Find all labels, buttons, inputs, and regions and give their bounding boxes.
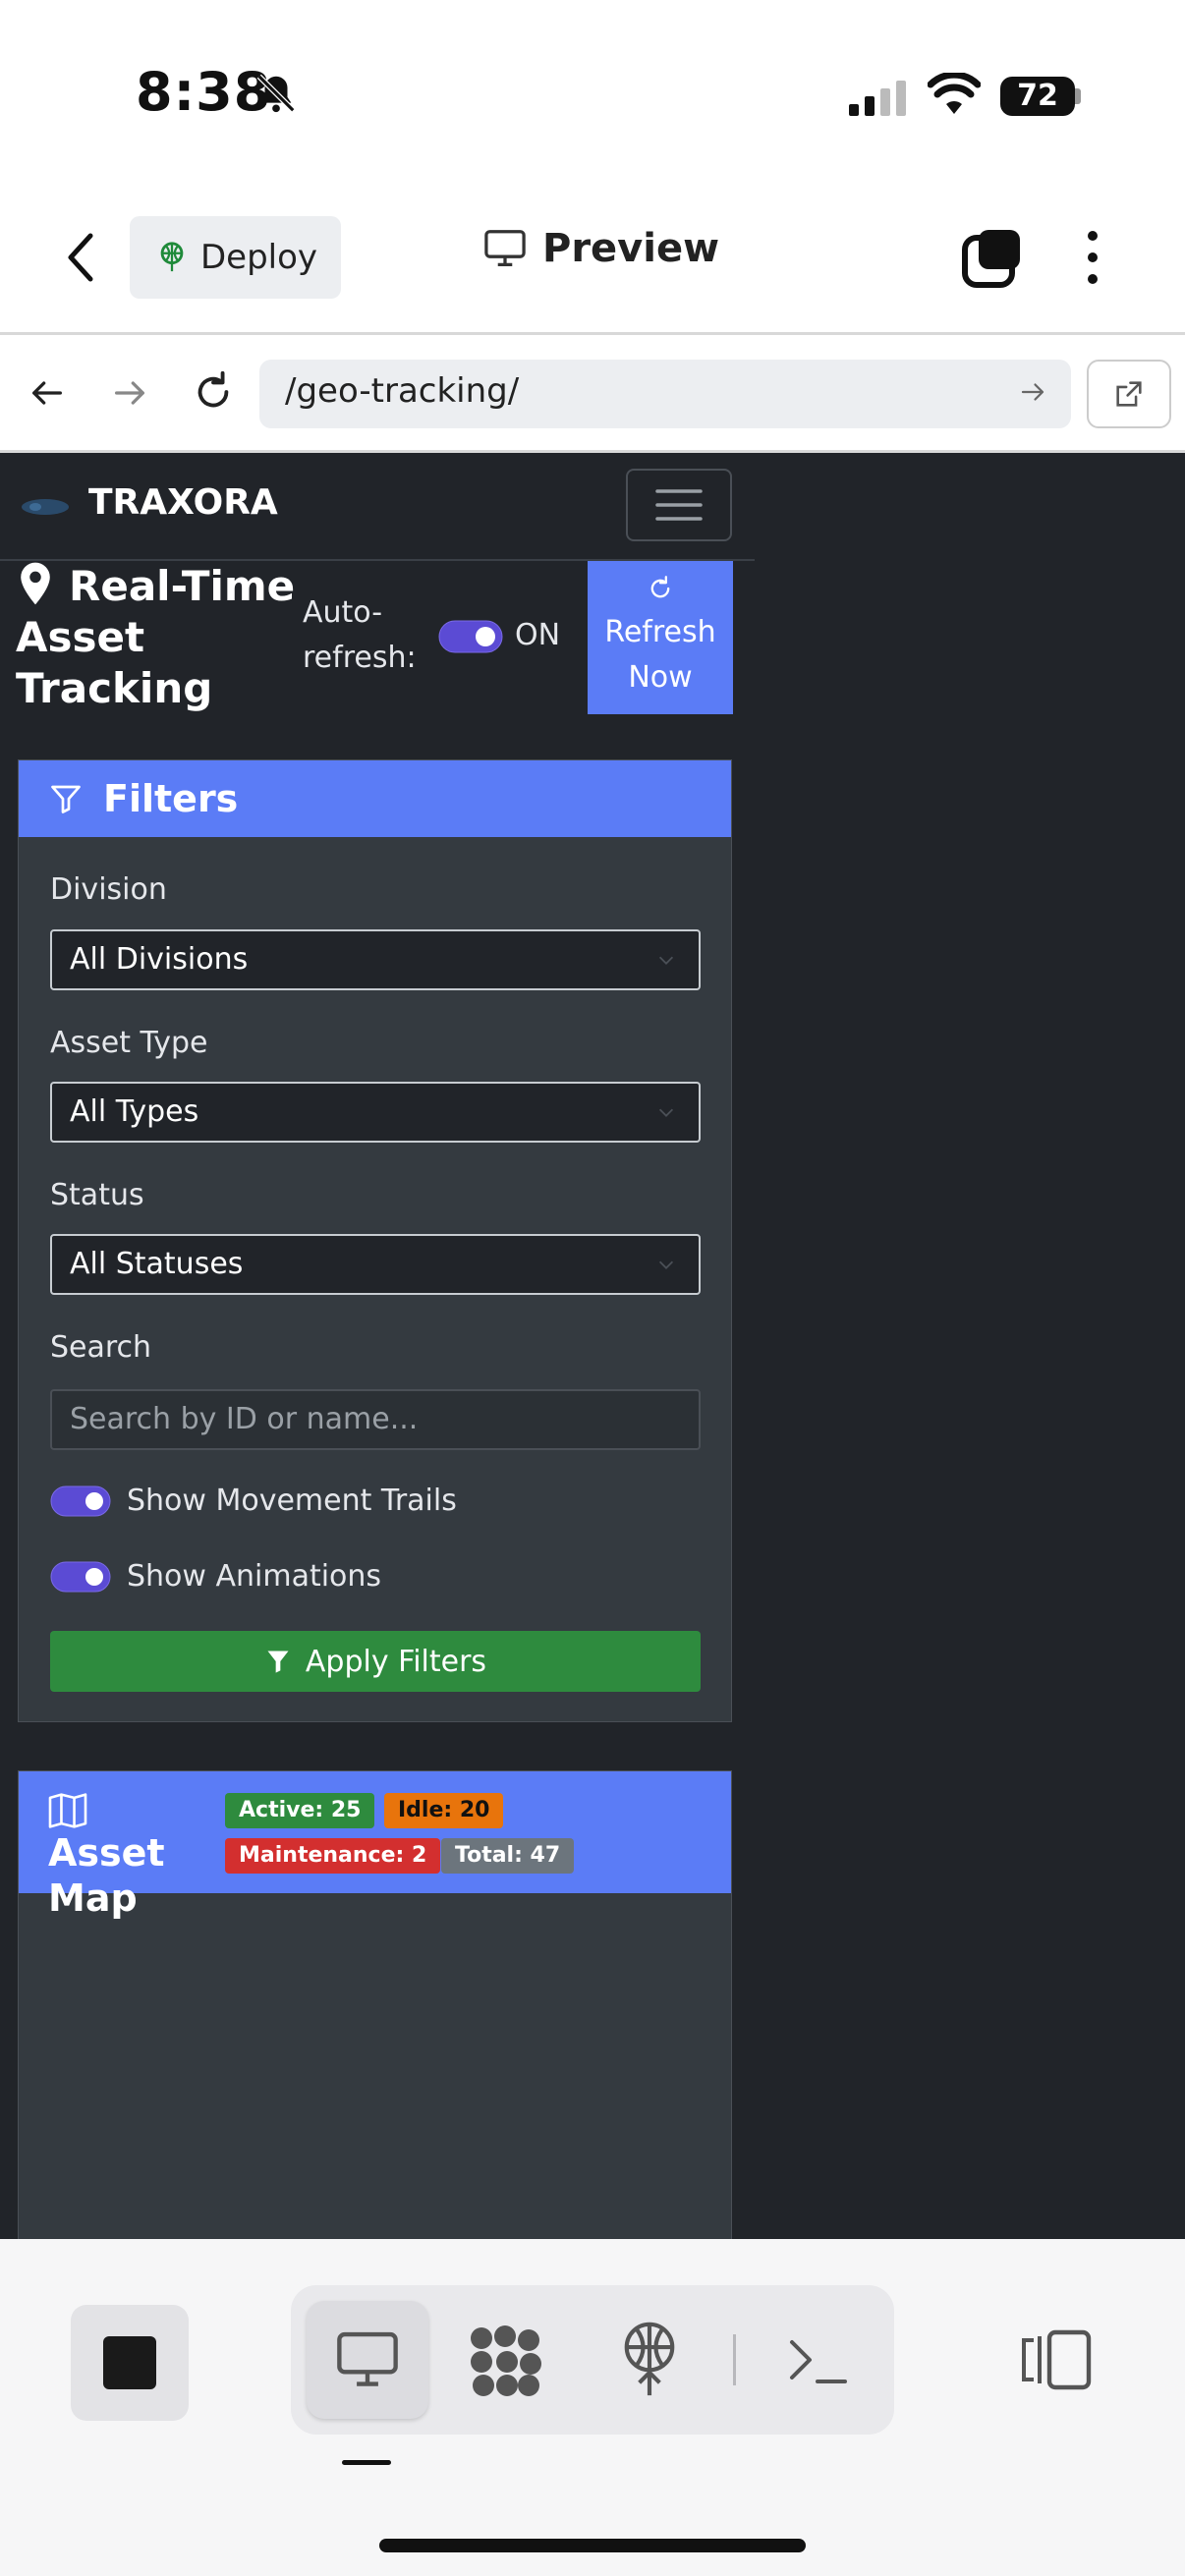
show-trails-label: Show Movement Trails	[127, 1484, 457, 1518]
refresh-now-button[interactable]: Refresh Now	[588, 561, 733, 714]
status-time: 8:38	[136, 61, 272, 123]
battery-icon: 72	[1000, 77, 1075, 116]
asset-type-value: All Types	[70, 1094, 199, 1129]
asset-type-select[interactable]: All Types	[50, 1082, 701, 1143]
auto-refresh-label: Auto-refresh:	[303, 595, 417, 675]
reload-icon[interactable]	[191, 369, 236, 419]
open-external-button[interactable]	[1087, 360, 1171, 428]
division-value: All Divisions	[70, 942, 249, 977]
maintenance-count-badge: Maintenance: 2	[225, 1838, 441, 1874]
filter-icon	[51, 785, 81, 813]
search-input[interactable]: Search by ID or name...	[50, 1389, 701, 1450]
asset-map-header: Asset Map Active: 25 Idle: 20 Maintenanc…	[19, 1771, 731, 1920]
browser-forward-icon[interactable]	[110, 373, 149, 417]
hamburger-icon	[655, 489, 703, 521]
tabs-icon[interactable]	[961, 228, 1022, 293]
show-trails-row[interactable]: Show Movement Trails	[50, 1484, 457, 1518]
filter-icon	[267, 1651, 289, 1673]
deploy-icon	[160, 242, 184, 272]
tool-separator	[733, 2334, 736, 2385]
stop-button[interactable]	[71, 2305, 189, 2421]
wifi-icon	[927, 71, 982, 120]
external-link-icon	[1116, 381, 1142, 407]
preview-label: Preview	[542, 226, 720, 271]
brand-logo-icon[interactable]	[20, 496, 71, 518]
workflow-icon[interactable]	[468, 2324, 542, 2401]
show-animations-label: Show Animations	[127, 1559, 382, 1594]
stop-icon	[103, 2336, 156, 2389]
show-animations-row[interactable]: Show Animations	[50, 1559, 381, 1594]
filters-heading: Filters	[103, 777, 239, 820]
go-arrow-icon[interactable]	[1018, 377, 1047, 411]
monitor-icon	[337, 2331, 398, 2386]
filters-card: Filters Division All Divisions Asset Typ…	[18, 759, 732, 1722]
map-pin-icon	[21, 562, 50, 605]
shell-icon[interactable]	[786, 2330, 849, 2393]
page-title-text: Real-Time Asset Tracking	[16, 562, 296, 712]
apply-filters-label: Apply Filters	[305, 1644, 487, 1679]
deploy-tool-icon[interactable]	[619, 2321, 680, 2403]
search-label: Search	[50, 1330, 152, 1365]
division-select[interactable]: All Divisions	[50, 929, 701, 990]
brand-name[interactable]: TRAXORA	[88, 482, 278, 523]
monitor-icon	[484, 230, 526, 266]
bell-slash-icon	[254, 71, 299, 120]
show-trails-toggle[interactable]	[50, 1485, 111, 1517]
status-value: All Statuses	[70, 1247, 244, 1281]
cellular-signal-icon	[847, 79, 906, 122]
division-label: Division	[50, 872, 167, 907]
status-label: Status	[50, 1178, 144, 1212]
deploy-label: Deploy	[200, 238, 318, 277]
auto-refresh-toggle[interactable]	[438, 620, 503, 657]
filters-header: Filters	[19, 760, 731, 837]
web-preview: TRAXORA Real-Time Asset Tracking Auto-re…	[0, 453, 1185, 2239]
browser-back-icon[interactable]	[28, 373, 67, 417]
home-indicator[interactable]	[379, 2539, 806, 2552]
asset-map-heading: Asset Map	[48, 1785, 215, 1921]
asset-map-card: Asset Map Active: 25 Idle: 20 Maintenanc…	[18, 1770, 732, 2239]
refresh-now-label: Refresh Now	[604, 615, 716, 695]
more-options-icon[interactable]	[1083, 228, 1102, 291]
status-select[interactable]: All Statuses	[50, 1234, 701, 1295]
refresh-icon	[650, 576, 670, 598]
apply-filters-button[interactable]: Apply Filters	[50, 1631, 701, 1692]
url-text[interactable]: /geo-tracking/	[285, 371, 519, 411]
chevron-down-icon	[658, 1260, 674, 1269]
chevron-down-icon	[658, 956, 674, 965]
preview-title: Preview	[483, 226, 719, 271]
header-divider	[0, 332, 1185, 335]
asset-type-label: Asset Type	[50, 1026, 208, 1060]
asset-map-heading-text: Asset Map	[48, 1831, 165, 1920]
auto-refresh-state: ON	[515, 618, 561, 652]
total-count-badge: Total: 47	[441, 1838, 575, 1874]
chevron-down-icon	[658, 1108, 674, 1117]
deploy-button[interactable]: Deploy	[130, 216, 341, 299]
show-animations-toggle[interactable]	[50, 1561, 111, 1593]
split-panel-icon[interactable]	[1018, 2328, 1093, 2395]
active-tab-indicator	[342, 2460, 391, 2465]
active-count-badge: Active: 25	[225, 1793, 375, 1828]
battery-nub	[1075, 88, 1081, 104]
menu-toggle-button[interactable]	[626, 469, 732, 541]
back-chevron-icon[interactable]	[61, 228, 100, 291]
page-title: Real-Time Asset Tracking	[16, 561, 301, 714]
idle-count-badge: Idle: 20	[384, 1793, 504, 1828]
preview-tool-button[interactable]	[307, 2301, 428, 2419]
